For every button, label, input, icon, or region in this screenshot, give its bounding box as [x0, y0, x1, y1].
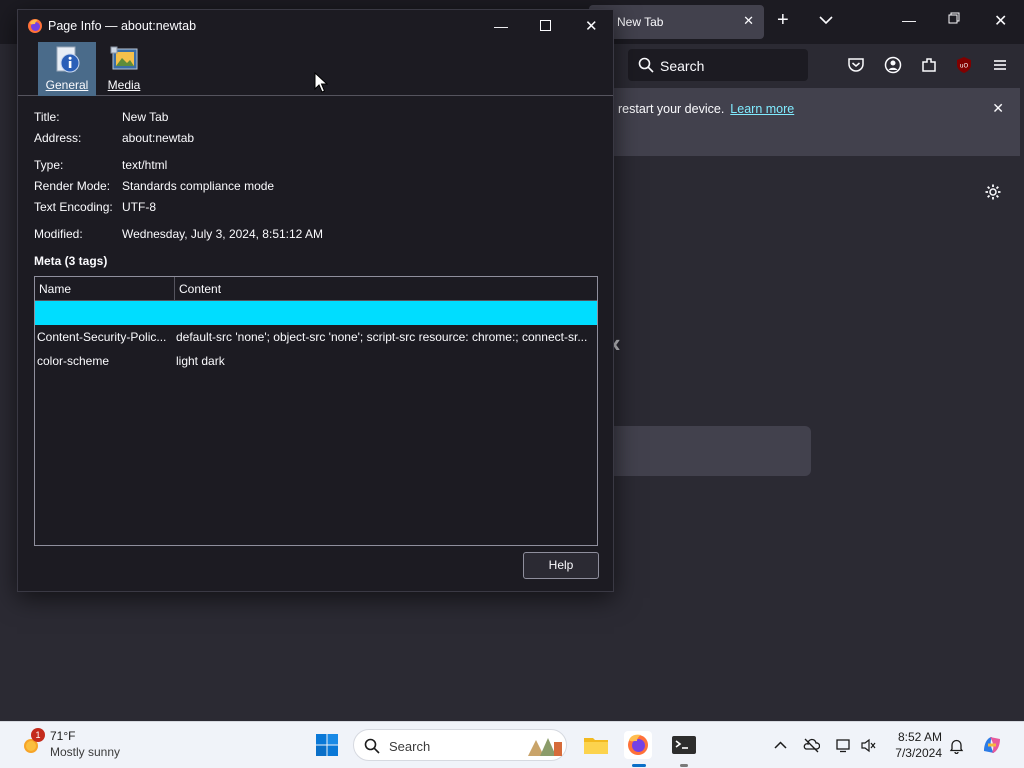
network-display-icon[interactable]: [835, 737, 852, 754]
search-icon: [638, 57, 654, 73]
taskbar-search-placeholder: Search: [389, 739, 431, 754]
firefox-taskbar-button[interactable]: [624, 731, 652, 759]
terminal-icon[interactable]: [670, 731, 698, 759]
new-tab-plus-icon[interactable]: +: [777, 10, 789, 30]
render-mode-label: Render Mode:: [34, 179, 111, 193]
render-mode-value: Standards compliance mode: [122, 179, 275, 193]
dialog-maximize-icon[interactable]: [540, 20, 551, 31]
taskbar-search-box[interactable]: Search: [353, 729, 567, 761]
meta-table[interactable]: Name Content Content-Security-Polic... d…: [34, 276, 598, 546]
tab-list-chevron-icon[interactable]: [818, 12, 834, 28]
dialog-title: Page Info — about:newtab: [48, 19, 197, 33]
search-placeholder: Search: [660, 58, 705, 74]
svg-text:uO: uO: [960, 63, 969, 70]
firefox-icon: [628, 734, 648, 755]
meta-content-cell: default-src 'none'; object-src 'none'; s…: [176, 330, 588, 344]
meta-table-header: Name Content: [35, 277, 597, 301]
newtab-search-box[interactable]: [614, 426, 811, 476]
windows-start-icon[interactable]: [315, 733, 339, 757]
column-header-content[interactable]: Content: [179, 282, 221, 296]
search-icon: [364, 738, 380, 754]
tray-overflow-chevron-icon[interactable]: [772, 737, 789, 754]
notification-bar: restart your device. Learn more ✕: [614, 88, 1020, 156]
meta-name-cell: color-scheme: [37, 354, 110, 368]
tab-close-icon[interactable]: ✕: [743, 13, 754, 29]
notification-text: restart your device. Learn more: [618, 102, 795, 116]
ublock-origin-icon[interactable]: uO: [955, 56, 973, 74]
tab-media[interactable]: Media: [102, 42, 146, 96]
dialog-minimize-icon[interactable]: —: [494, 18, 508, 34]
title-value: New Tab: [122, 110, 169, 124]
table-row[interactable]: Content-Security-Polic... default-src 'n…: [35, 325, 597, 349]
weather-description: Mostly sunny: [50, 745, 121, 759]
encoding-label: Text Encoding:: [34, 200, 113, 214]
meta-content-cell: light dark: [176, 354, 225, 368]
weather-temperature: 71°F: [50, 729, 76, 743]
window-restore-icon[interactable]: [948, 12, 960, 24]
copilot-icon[interactable]: [980, 733, 1004, 757]
type-value: text/html: [122, 158, 168, 172]
volume-muted-icon[interactable]: [860, 737, 877, 754]
notification-bell-icon[interactable]: [948, 737, 965, 754]
media-icon: [110, 46, 138, 70]
meta-heading: Meta (3 tags): [34, 254, 108, 268]
table-row[interactable]: color-scheme light dark: [35, 349, 597, 373]
tab-media-label: Media: [107, 78, 141, 92]
window-minimize-icon[interactable]: —: [902, 12, 916, 28]
toolbar-search-box[interactable]: Search: [628, 49, 808, 81]
address-label: Address:: [34, 131, 82, 145]
modified-label: Modified:: [34, 227, 83, 241]
onedrive-icon[interactable]: [803, 737, 820, 754]
search-highlight-icon: [528, 738, 562, 756]
page-info-dialog: Page Info — about:newtab — ✕ General Med…: [17, 9, 614, 592]
window-close-icon[interactable]: ✕: [994, 11, 1007, 31]
firefox-active-indicator: [632, 764, 646, 767]
type-label: Type:: [34, 158, 64, 172]
extensions-icon[interactable]: [920, 56, 938, 74]
newtab-settings-gear-icon[interactable]: [984, 183, 1002, 201]
address-value: about:newtab: [122, 131, 195, 145]
tab-general-label: General: [45, 78, 89, 92]
terminal-running-indicator: [680, 764, 688, 767]
clock-time[interactable]: 8:52 AM: [890, 730, 942, 744]
firefox-logo-icon: [28, 19, 42, 33]
pocket-icon[interactable]: [847, 56, 865, 74]
info-icon: [56, 46, 80, 73]
title-label: Title:: [34, 110, 60, 124]
mouse-cursor-icon: [314, 72, 328, 93]
encoding-value: UTF-8: [122, 200, 156, 214]
file-explorer-icon[interactable]: [582, 731, 610, 759]
column-header-name[interactable]: Name: [39, 282, 71, 296]
column-separator[interactable]: [174, 277, 175, 301]
account-icon[interactable]: [884, 56, 902, 74]
help-button[interactable]: Help: [523, 552, 599, 579]
windows-taskbar: 1 71°F Mostly sunny Search 8:52 AM 7/3/2…: [0, 721, 1024, 768]
meta-name-cell: Content-Security-Polic...: [37, 330, 167, 344]
app-menu-hamburger-icon[interactable]: [991, 56, 1009, 74]
dialog-titlebar: Page Info — about:newtab — ✕: [18, 10, 613, 42]
modified-value: Wednesday, July 3, 2024, 8:51:12 AM: [122, 227, 324, 241]
tab-general[interactable]: General: [38, 42, 96, 96]
learn-more-link[interactable]: Learn more: [730, 102, 794, 116]
table-row[interactable]: [35, 301, 597, 325]
notification-close-icon[interactable]: ✕: [992, 100, 1004, 117]
dialog-close-icon[interactable]: ✕: [585, 17, 598, 35]
tab-title: New Tab: [617, 15, 664, 29]
clock-date[interactable]: 7/3/2024: [890, 746, 942, 760]
weather-alert-badge: 1: [31, 728, 45, 742]
tab-new-tab[interactable]: New Tab ✕: [589, 5, 764, 39]
